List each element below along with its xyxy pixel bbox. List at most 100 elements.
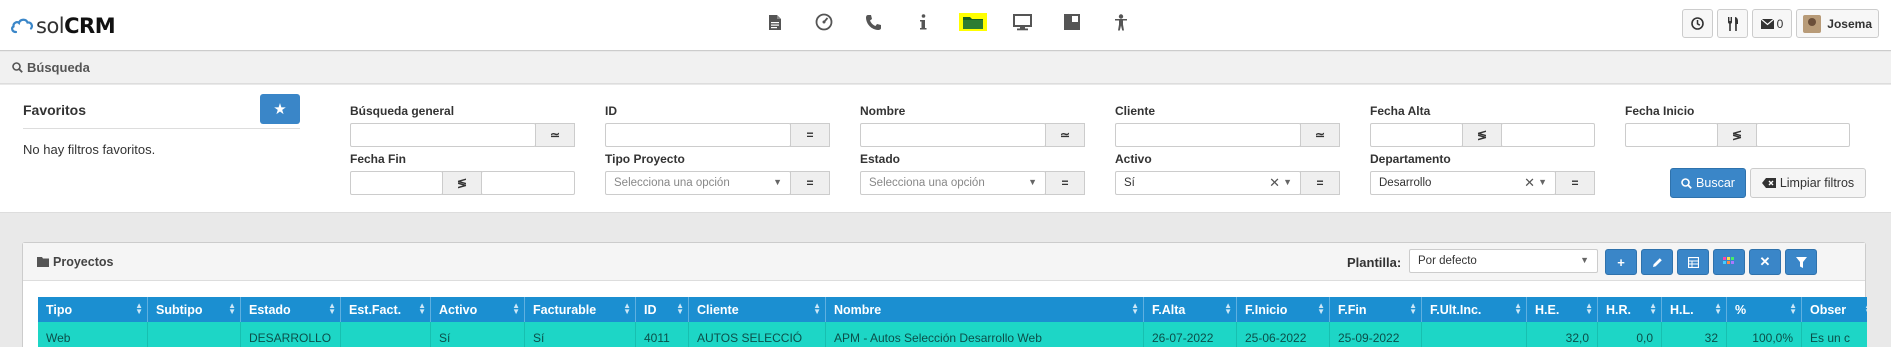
table-cell: 25-06-2022	[1237, 322, 1330, 347]
nav-dashboard[interactable]	[800, 10, 850, 34]
clear-icon[interactable]: ✕	[1524, 175, 1535, 191]
filter-label-fecha-fin: Fecha Fin	[350, 152, 407, 166]
column-header-f-alta[interactable]: F.Alta ▲ ▼	[1144, 297, 1237, 322]
tipo-proyecto-select[interactable]: Selecciona una opción ▼	[605, 171, 791, 195]
cutlery-icon	[1727, 16, 1738, 31]
fecha-alta-to-input[interactable]	[1501, 123, 1595, 147]
nombre-input[interactable]	[860, 123, 1046, 147]
favorites-title: Favoritos	[23, 102, 87, 118]
column-header-id[interactable]: ID ▲ ▼	[636, 297, 689, 322]
color-grid-icon	[1723, 257, 1734, 264]
column-header-est-fact[interactable]: Est.Fact. ▲ ▼	[341, 297, 431, 322]
nav-projects[interactable]	[948, 10, 998, 34]
user-menu-button[interactable]: Josema	[1796, 9, 1879, 38]
estado-select[interactable]: Selecciona una opción ▼	[860, 171, 1046, 195]
column-header-subtipo[interactable]: Subtipo ▲ ▼	[148, 297, 241, 322]
table-cell: 25-09-2022	[1330, 322, 1422, 347]
monitor-icon	[1012, 13, 1032, 30]
column-header-estado[interactable]: Estado ▲ ▼	[241, 297, 341, 322]
column-header-f-fin[interactable]: F.Fin ▲ ▼	[1330, 297, 1422, 322]
nav-board[interactable]	[1047, 10, 1097, 34]
search-title: Búsqueda	[12, 60, 90, 75]
fecha-inicio-to-input[interactable]	[1756, 123, 1850, 147]
search-button[interactable]: Buscar	[1670, 168, 1746, 198]
column-header-h-r[interactable]: H.R. ▲ ▼	[1598, 297, 1662, 322]
column-header-f-ult-inc[interactable]: F.Ult.Inc. ▲ ▼	[1422, 297, 1527, 322]
busqueda-general-operator[interactable]: ≃	[535, 123, 575, 147]
cliente-operator[interactable]: ≃	[1300, 123, 1340, 147]
column-header-nombre[interactable]: Nombre ▲ ▼	[826, 297, 1144, 322]
fecha-inicio-operator[interactable]: ≶	[1717, 123, 1757, 147]
nav-info[interactable]	[899, 10, 949, 34]
sort-icon: ▲▼	[1514, 301, 1522, 316]
tipo-proyecto-operator[interactable]: =	[790, 171, 830, 195]
column-header-activo[interactable]: Activo ▲ ▼	[431, 297, 525, 322]
cliente-input[interactable]	[1115, 123, 1301, 147]
clear-icon[interactable]: ✕	[1269, 175, 1280, 191]
column-header-h-l[interactable]: H.L. ▲ ▼	[1662, 297, 1727, 322]
clear-filters-button[interactable]: Limpiar filtros	[1750, 168, 1866, 198]
fecha-alta-from-input[interactable]	[1370, 123, 1463, 147]
column-header-f-inicio[interactable]: F.Inicio ▲ ▼	[1237, 297, 1330, 322]
departamento-select[interactable]: Desarrollo ✕ ▼	[1370, 171, 1556, 195]
fecha-fin-operator[interactable]: ≶	[442, 171, 482, 195]
history-button[interactable]	[1681, 9, 1713, 38]
column-header-tipo[interactable]: Tipo ▲ ▼	[38, 297, 148, 322]
nav-monitor[interactable]	[998, 10, 1048, 34]
chevron-down-icon: ▼	[773, 177, 782, 187]
clear-filters-label: Limpiar filtros	[1779, 176, 1855, 190]
fecha-fin-from-input[interactable]	[350, 171, 443, 195]
activo-operator[interactable]: =	[1300, 171, 1340, 195]
pencil-icon	[1652, 257, 1662, 267]
delete-button[interactable]: ✕	[1749, 249, 1781, 275]
nav-calls[interactable]	[849, 10, 899, 34]
search-section-header[interactable]: Búsqueda	[0, 52, 1891, 84]
filter-label-busqueda-general: Búsqueda general	[350, 104, 455, 118]
add-favorite-button[interactable]: ★	[260, 94, 300, 124]
nombre-operator[interactable]: ≃	[1045, 123, 1085, 147]
envelope-icon	[1760, 18, 1774, 29]
add-button[interactable]: +	[1605, 249, 1637, 275]
tools-button[interactable]	[1716, 9, 1748, 38]
id-operator[interactable]: =	[790, 123, 830, 147]
sort-icon: ▲▼	[1317, 301, 1325, 316]
fecha-inicio-from-input[interactable]	[1625, 123, 1718, 147]
plantilla-label: Plantilla:	[1347, 255, 1402, 270]
plantilla-select[interactable]: Por defecto ▼	[1409, 249, 1598, 273]
nav-documents[interactable]	[750, 10, 800, 34]
column-header-h-e[interactable]: H.E. ▲ ▼	[1527, 297, 1598, 322]
tipo-proyecto-placeholder: Selecciona una opción	[614, 177, 730, 189]
plantilla-value: Por defecto	[1418, 255, 1477, 267]
export-button[interactable]	[1677, 249, 1709, 275]
departamento-operator[interactable]: =	[1555, 171, 1595, 195]
fecha-alta-operator[interactable]: ≶	[1462, 123, 1502, 147]
sort-icon: ▲▼	[1585, 301, 1593, 316]
column-header-[interactable]: % ▲ ▼	[1727, 297, 1802, 322]
filter-label-id: ID	[605, 104, 617, 118]
column-header-cliente[interactable]: Cliente ▲ ▼	[689, 297, 826, 322]
info-icon	[920, 14, 927, 30]
table-row[interactable]: Web DESARROLLO Sí Sí 4011 AUTOS SELECCIÓ APM -…	[38, 322, 1867, 347]
app-logo[interactable]: sol CRM	[10, 13, 116, 39]
chevron-down-icon: ▼	[1283, 177, 1292, 187]
edit-button[interactable]	[1641, 249, 1673, 275]
messages-button[interactable]: 0	[1751, 9, 1793, 38]
sort-icon: ▲▼	[418, 301, 426, 316]
clock-icon	[1690, 17, 1704, 30]
column-header-obser[interactable]: Obser▲▼	[1802, 297, 1867, 322]
estado-operator[interactable]: =	[1045, 171, 1085, 195]
id-input[interactable]	[605, 123, 791, 147]
column-header-facturable[interactable]: Facturable ▲ ▼	[525, 297, 636, 322]
filter-button[interactable]	[1785, 249, 1817, 275]
fecha-fin-to-input[interactable]	[481, 171, 575, 195]
activo-select[interactable]: Sí ✕ ▼	[1115, 171, 1301, 195]
table-cell: DESARROLLO	[241, 322, 341, 347]
busqueda-general-input[interactable]	[350, 123, 536, 147]
favorites-empty-text: No hay filtros favoritos.	[23, 142, 156, 157]
nav-users[interactable]	[1097, 10, 1147, 34]
sort-icon: ▲▼	[1409, 301, 1417, 316]
estado-placeholder: Selecciona una opción	[869, 177, 985, 189]
columns-button[interactable]	[1713, 249, 1745, 275]
search-icon	[12, 62, 23, 73]
logo-text-sol: sol	[36, 14, 65, 38]
